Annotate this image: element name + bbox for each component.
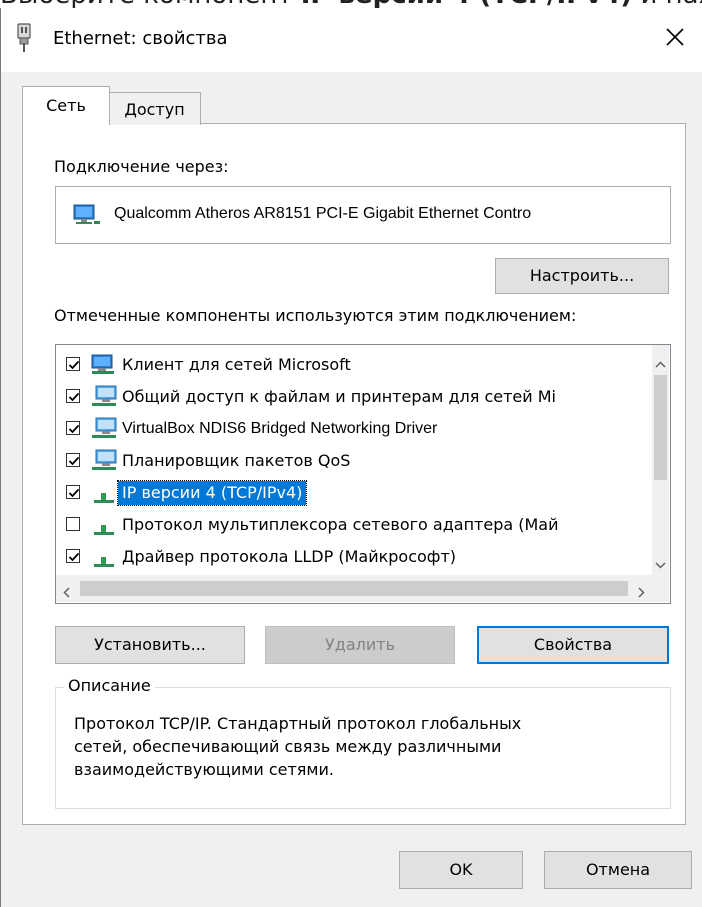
check-icon bbox=[68, 392, 80, 402]
check-icon bbox=[68, 456, 80, 466]
network-tab-panel: Подключение через: Qualcomm Atheros AR81… bbox=[22, 123, 686, 825]
checkbox[interactable] bbox=[66, 453, 80, 467]
close-button[interactable] bbox=[651, 16, 697, 60]
network-service-icon bbox=[90, 449, 118, 473]
list-item-selected[interactable]: IP версии 4 (TCP/IPv4) bbox=[56, 477, 656, 509]
remove-button[interactable]: Удалить bbox=[265, 626, 455, 664]
list-item-label: Драйвер протокола LLDP (Майкрософт) bbox=[122, 547, 457, 566]
network-service-icon bbox=[90, 385, 118, 409]
scroll-thumb[interactable] bbox=[80, 581, 628, 596]
adapter-name: Qualcomm Atheros AR8151 PCI-E Gigabit Et… bbox=[114, 205, 532, 222]
protocol-icon bbox=[90, 513, 118, 537]
protocol-icon bbox=[90, 481, 118, 505]
network-adapter-icon bbox=[72, 203, 102, 227]
list-item-label: Общий доступ к файлам и принтерам для се… bbox=[122, 387, 556, 406]
checkbox[interactable] bbox=[66, 549, 80, 563]
configure-button[interactable]: Настроить... bbox=[495, 258, 669, 294]
components-label: Отмеченные компоненты используются этим … bbox=[54, 306, 577, 325]
ethernet-connector-icon bbox=[14, 23, 34, 53]
list-item[interactable]: Драйвер протокола LLDP (Майкрософт) bbox=[56, 541, 656, 573]
adapter-box: Qualcomm Atheros AR8151 PCI-E Gigabit Et… bbox=[55, 186, 671, 244]
title-bar: Ethernet: свойства bbox=[1, 8, 702, 72]
checkbox[interactable] bbox=[66, 357, 80, 371]
description-text: Протокол TCP/IP. Стандартный протокол гл… bbox=[74, 714, 522, 779]
install-button[interactable]: Установить... bbox=[55, 626, 245, 664]
list-item[interactable]: Протокол мультиплексора сетевого адаптер… bbox=[56, 509, 656, 541]
components-list[interactable]: Клиент для сетей Microsoft Общий доступ … bbox=[55, 344, 671, 604]
properties-dialog: Ethernet: свойства Сеть Доступ Подключен… bbox=[0, 8, 702, 907]
list-item-label: Клиент для сетей Microsoft bbox=[122, 355, 351, 374]
tab-network[interactable]: Сеть bbox=[22, 86, 110, 125]
scroll-down-icon[interactable] bbox=[655, 555, 666, 569]
list-item[interactable]: Клиент для сетей Microsoft bbox=[56, 349, 656, 381]
protocol-icon bbox=[90, 545, 118, 569]
scrollbar-corner bbox=[652, 575, 669, 602]
checkbox[interactable] bbox=[66, 389, 80, 403]
description-title: Описание bbox=[64, 676, 155, 696]
network-client-icon bbox=[90, 353, 118, 377]
list-item[interactable]: Общий доступ к файлам и принтерам для се… bbox=[56, 381, 656, 413]
tab-sharing[interactable]: Доступ bbox=[108, 92, 201, 125]
scroll-right-icon[interactable] bbox=[636, 583, 646, 598]
checkbox[interactable] bbox=[66, 421, 80, 435]
checkbox[interactable] bbox=[66, 485, 80, 499]
properties-button[interactable]: Свойства bbox=[477, 626, 669, 664]
connect-using-label: Подключение через: bbox=[54, 157, 229, 176]
close-icon bbox=[666, 28, 684, 46]
list-item-label: VirtualBox NDIS6 Bridged Networking Driv… bbox=[122, 420, 438, 437]
check-icon bbox=[68, 360, 80, 370]
check-icon bbox=[68, 424, 80, 434]
scroll-up-icon[interactable] bbox=[655, 355, 666, 368]
list-item-label: Протокол мультиплексора сетевого адаптер… bbox=[122, 515, 559, 534]
list-item[interactable]: Планировщик пакетов QoS bbox=[56, 445, 656, 477]
check-icon bbox=[68, 488, 80, 498]
list-item-label: IP версии 4 (TCP/IPv4) bbox=[116, 480, 308, 506]
checkbox[interactable] bbox=[66, 517, 80, 531]
network-service-icon bbox=[90, 417, 118, 441]
description-group: Описание Протокол TCP/IP. Стандартный пр… bbox=[55, 676, 671, 809]
scroll-thumb[interactable] bbox=[654, 375, 667, 480]
list-item[interactable]: VirtualBox NDIS6 Bridged Networking Driv… bbox=[56, 413, 656, 445]
ok-button[interactable]: OK bbox=[399, 851, 523, 889]
list-item-label: Планировщик пакетов QoS bbox=[122, 451, 351, 470]
scroll-left-icon[interactable] bbox=[62, 583, 72, 598]
cancel-button[interactable]: Отмена bbox=[544, 851, 692, 889]
window-title: Ethernet: свойства bbox=[53, 28, 228, 49]
horizontal-scrollbar[interactable] bbox=[56, 575, 652, 602]
check-icon bbox=[68, 552, 80, 562]
vertical-scrollbar[interactable] bbox=[652, 345, 669, 575]
